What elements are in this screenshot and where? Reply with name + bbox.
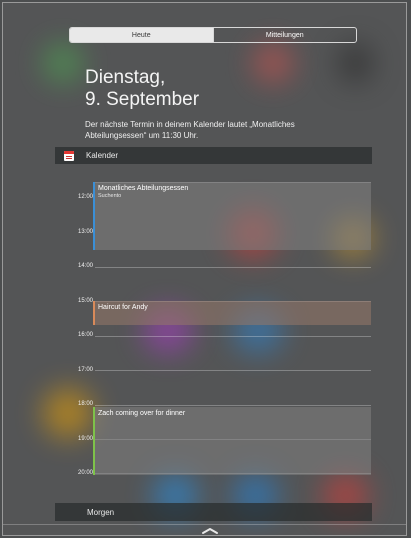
hour-gridline [95, 267, 371, 268]
hour-gridline [95, 370, 371, 371]
hour-label: 15:00 [77, 298, 93, 304]
bottom-divider [3, 524, 406, 525]
segmented-control: Heute Mitteilungen [69, 27, 357, 43]
hour-label: 13:00 [77, 229, 93, 235]
weekday-label: Dienstag, [85, 67, 166, 88]
background-blur [43, 43, 83, 83]
chevron-up-handle-icon[interactable] [201, 527, 219, 535]
event-location: Suchento [98, 193, 122, 199]
calendar-event[interactable]: Haircut for Andy [93, 301, 371, 325]
event-color-bar [93, 182, 95, 250]
date-heading: Dienstag, 9. September [85, 67, 199, 111]
hour-label: 14:00 [77, 263, 93, 269]
tomorrow-section-header[interactable]: Morgen [55, 503, 372, 521]
hour-label: 17:00 [77, 367, 93, 373]
hour-label: 18:00 [77, 401, 93, 407]
event-color-bar [93, 301, 95, 325]
background-blur [253, 43, 293, 83]
background-blur [338, 43, 373, 83]
hour-label: 12:00 [77, 194, 93, 200]
event-title: Monatliches Abteilungsessen [98, 185, 189, 192]
tab-mitteilungen[interactable]: Mitteilungen [212, 28, 357, 42]
calendar-event[interactable]: Monatliches Abteilungsessen Suchento [93, 182, 371, 250]
calendar-section-header[interactable]: Kalender [55, 147, 372, 164]
hour-label: 20:00 [77, 470, 93, 476]
background-blur [43, 388, 93, 438]
event-color-bar [93, 407, 95, 475]
notification-center: Heute Mitteilungen Dienstag, 9. Septembe… [2, 2, 407, 536]
hour-label: 19:00 [77, 436, 93, 442]
calendar-icon [64, 150, 74, 161]
hour-gridline [95, 336, 371, 337]
event-title: Haircut for Andy [98, 304, 148, 311]
hour-label: 16:00 [77, 332, 93, 338]
calendar-section-title: Kalender [86, 151, 119, 160]
date-label: 9. September [85, 89, 200, 110]
tomorrow-label: Morgen [87, 507, 115, 517]
tab-heute[interactable]: Heute [70, 28, 213, 42]
event-title: Zach coming over for dinner [98, 410, 186, 417]
calendar-event[interactable]: Zach coming over for dinner [93, 407, 371, 475]
today-summary: Der nächste Termin in deinem Kalender la… [85, 120, 295, 140]
hour-gridline [95, 405, 371, 406]
